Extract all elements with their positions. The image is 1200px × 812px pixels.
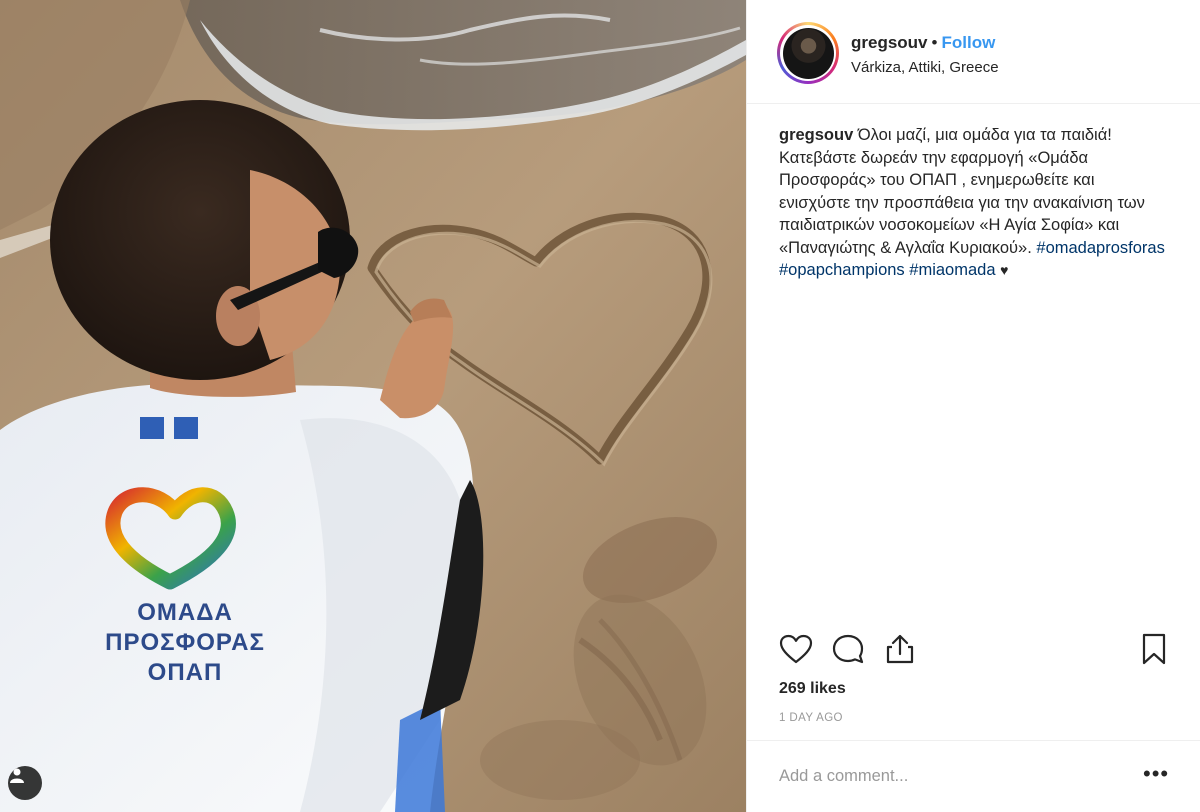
bookmark-icon [1142, 633, 1166, 665]
hashtag-link[interactable]: #opapchampions [779, 261, 905, 279]
comment-button[interactable] [829, 630, 867, 668]
hashtag-link[interactable]: #omadaprosforas [1036, 239, 1164, 257]
comment-bar: ••• [747, 740, 1200, 812]
username-link[interactable]: gregsouv [851, 33, 928, 52]
comment-input[interactable] [779, 763, 1129, 789]
shirt-text-line-1: ΟΜΑΔΑ [137, 599, 233, 626]
shirt-text-line-3: ΟΠΑΠ [147, 659, 223, 686]
post-photo[interactable]: ΟΜΑΔΑ ΠΡΟΣΦΟΡΑΣ ΟΠΑΠ [0, 0, 746, 812]
person-tag-icon [10, 768, 24, 783]
speech-bubble-icon [832, 634, 864, 664]
post-caption: gregsouv Όλοι μαζί, μια ομάδα για τα παι… [779, 124, 1167, 282]
hashtag-link[interactable]: #miaomada [909, 261, 995, 279]
share-icon [886, 634, 914, 664]
caption-first-line: gregsouv Όλοι μαζί, μια ομάδα για τα παι… [779, 124, 1167, 147]
location-link[interactable]: Várkiza, Attiki, Greece [851, 59, 999, 76]
avatar[interactable] [777, 22, 839, 84]
beach-scene [0, 0, 746, 812]
tagged-people-button[interactable] [8, 766, 42, 800]
caption-text-1: Όλοι μαζί, μια ομάδα για τα παιδιά! [857, 126, 1112, 144]
follow-button[interactable]: Follow [941, 33, 995, 52]
post-details-panel: gregsouv • Follow Várkiza, Attiki, Greece … [746, 0, 1200, 812]
share-button[interactable] [881, 630, 919, 668]
heart-outline-icon [779, 634, 813, 664]
separator-dot: • [931, 33, 938, 52]
post-timestamp[interactable]: 1 DAY AGO [779, 712, 843, 724]
post-header: gregsouv • Follow Várkiza, Attiki, Greece [747, 0, 1200, 104]
caption-username[interactable]: gregsouv [779, 126, 853, 144]
shirt-text-line-2: ΠΡΟΣΦΟΡΑΣ [105, 629, 265, 656]
likes-count[interactable]: 269 likes [779, 680, 846, 698]
caption-body: Κατεβάστε δωρεάν την εφαρμογή «Ομάδα Προ… [779, 147, 1167, 282]
post-actions [777, 630, 1177, 670]
like-button[interactable] [777, 630, 815, 668]
save-button[interactable] [1135, 630, 1173, 668]
avatar-image [782, 27, 834, 79]
username-line: gregsouv • Follow [851, 33, 995, 53]
more-options-button[interactable]: ••• [1143, 763, 1169, 785]
heart-emoji: ♥ [1000, 262, 1009, 278]
